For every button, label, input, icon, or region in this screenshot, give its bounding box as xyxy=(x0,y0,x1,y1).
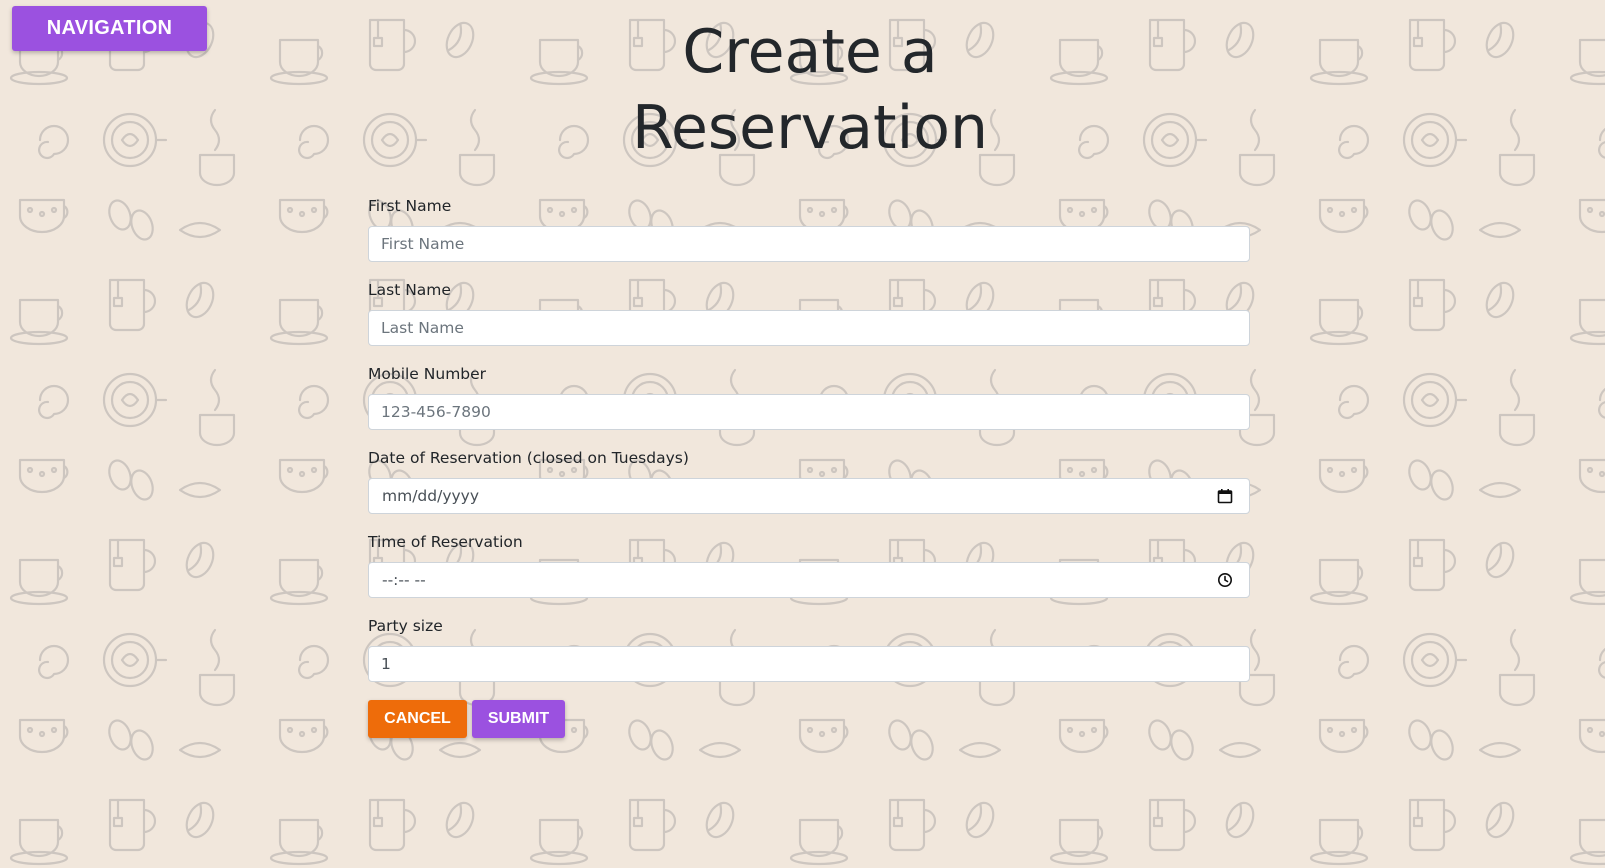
last-name-field-box xyxy=(368,310,1250,346)
mobile-number-input[interactable] xyxy=(369,395,1249,429)
reservation-date-input[interactable]: mm/dd/yyyy xyxy=(368,478,1250,514)
party-size-label: Party size xyxy=(368,617,443,635)
first-name-label: First Name xyxy=(368,197,452,215)
reservation-date-group: Date of Reservation (closed on Tuesdays)… xyxy=(368,445,1250,529)
form-actions: CANCEL SUBMIT xyxy=(368,700,565,738)
calendar-icon[interactable] xyxy=(1217,488,1233,504)
reservation-time-group: Time of Reservation --:-- -- xyxy=(368,529,1250,613)
reservation-time-label: Time of Reservation xyxy=(368,533,523,551)
last-name-group: Last Name xyxy=(368,277,1250,361)
page-title: Create a Reservation xyxy=(632,17,988,163)
reservation-form: First Name Last Name Mobile Number Date … xyxy=(368,193,1250,697)
cancel-button[interactable]: CANCEL xyxy=(368,700,467,738)
reservation-date-label: Date of Reservation (closed on Tuesdays) xyxy=(368,449,689,467)
reservation-time-placeholder: --:-- -- xyxy=(382,571,426,589)
reservation-time-input[interactable]: --:-- -- xyxy=(368,562,1250,598)
first-name-group: First Name xyxy=(368,193,1250,277)
mobile-number-field-box xyxy=(368,394,1250,430)
mobile-number-label: Mobile Number xyxy=(368,365,487,383)
reservation-date-placeholder: mm/dd/yyyy xyxy=(382,487,480,505)
last-name-input[interactable] xyxy=(369,311,1249,345)
party-size-group: Party size xyxy=(368,613,1250,697)
submit-button[interactable]: SUBMIT xyxy=(472,700,565,738)
party-size-field-box xyxy=(368,646,1250,682)
last-name-label: Last Name xyxy=(368,281,451,299)
first-name-input[interactable] xyxy=(369,227,1249,261)
mobile-number-group: Mobile Number xyxy=(368,361,1250,445)
navigation-button[interactable]: NAVIGATION xyxy=(12,6,207,51)
party-size-input[interactable] xyxy=(369,647,1249,681)
first-name-field-box xyxy=(368,226,1250,262)
clock-icon[interactable] xyxy=(1217,572,1233,588)
